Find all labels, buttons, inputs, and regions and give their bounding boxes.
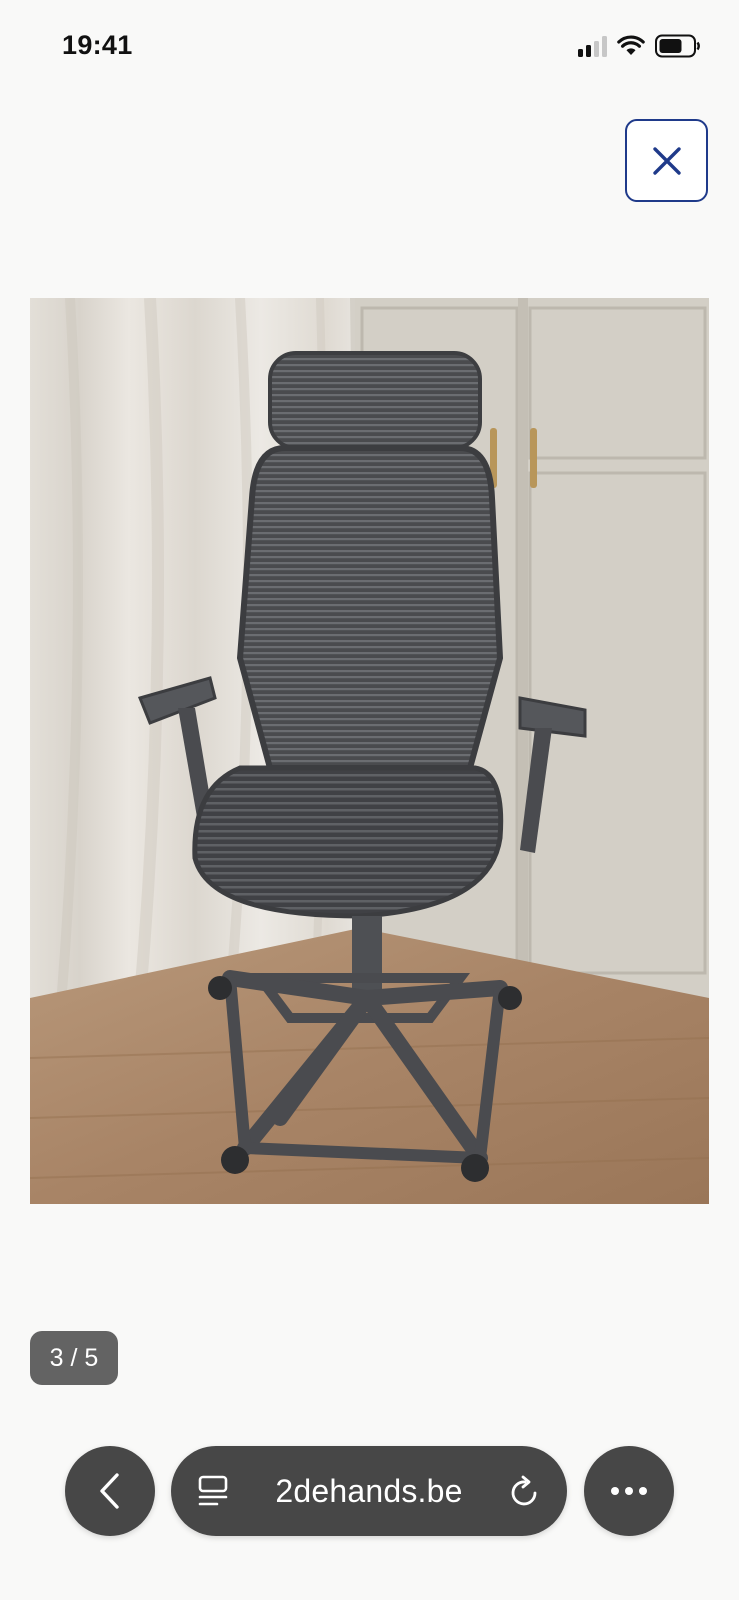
close-button[interactable] [625,119,708,202]
status-time: 19:41 [62,30,133,60]
battery-icon [655,34,700,58]
product-photo[interactable] [30,298,709,1204]
more-icon [611,1487,647,1495]
reader-icon [198,1475,228,1506]
chevron-left-icon [100,1473,119,1509]
back-button[interactable] [65,1446,155,1536]
signal-icon [578,35,607,57]
reload-icon[interactable] [509,1474,541,1508]
status-icons [578,34,701,58]
wifi-icon [617,35,645,55]
address-bar[interactable]: 2dehands.be [171,1446,567,1536]
status-bar: 19:41 [0,0,739,96]
close-icon [652,146,681,175]
gallery-counter: 3 / 5 [30,1331,118,1385]
more-button[interactable] [584,1446,674,1536]
chair-image [30,298,709,1204]
url-text: 2dehands.be [275,1472,463,1509]
